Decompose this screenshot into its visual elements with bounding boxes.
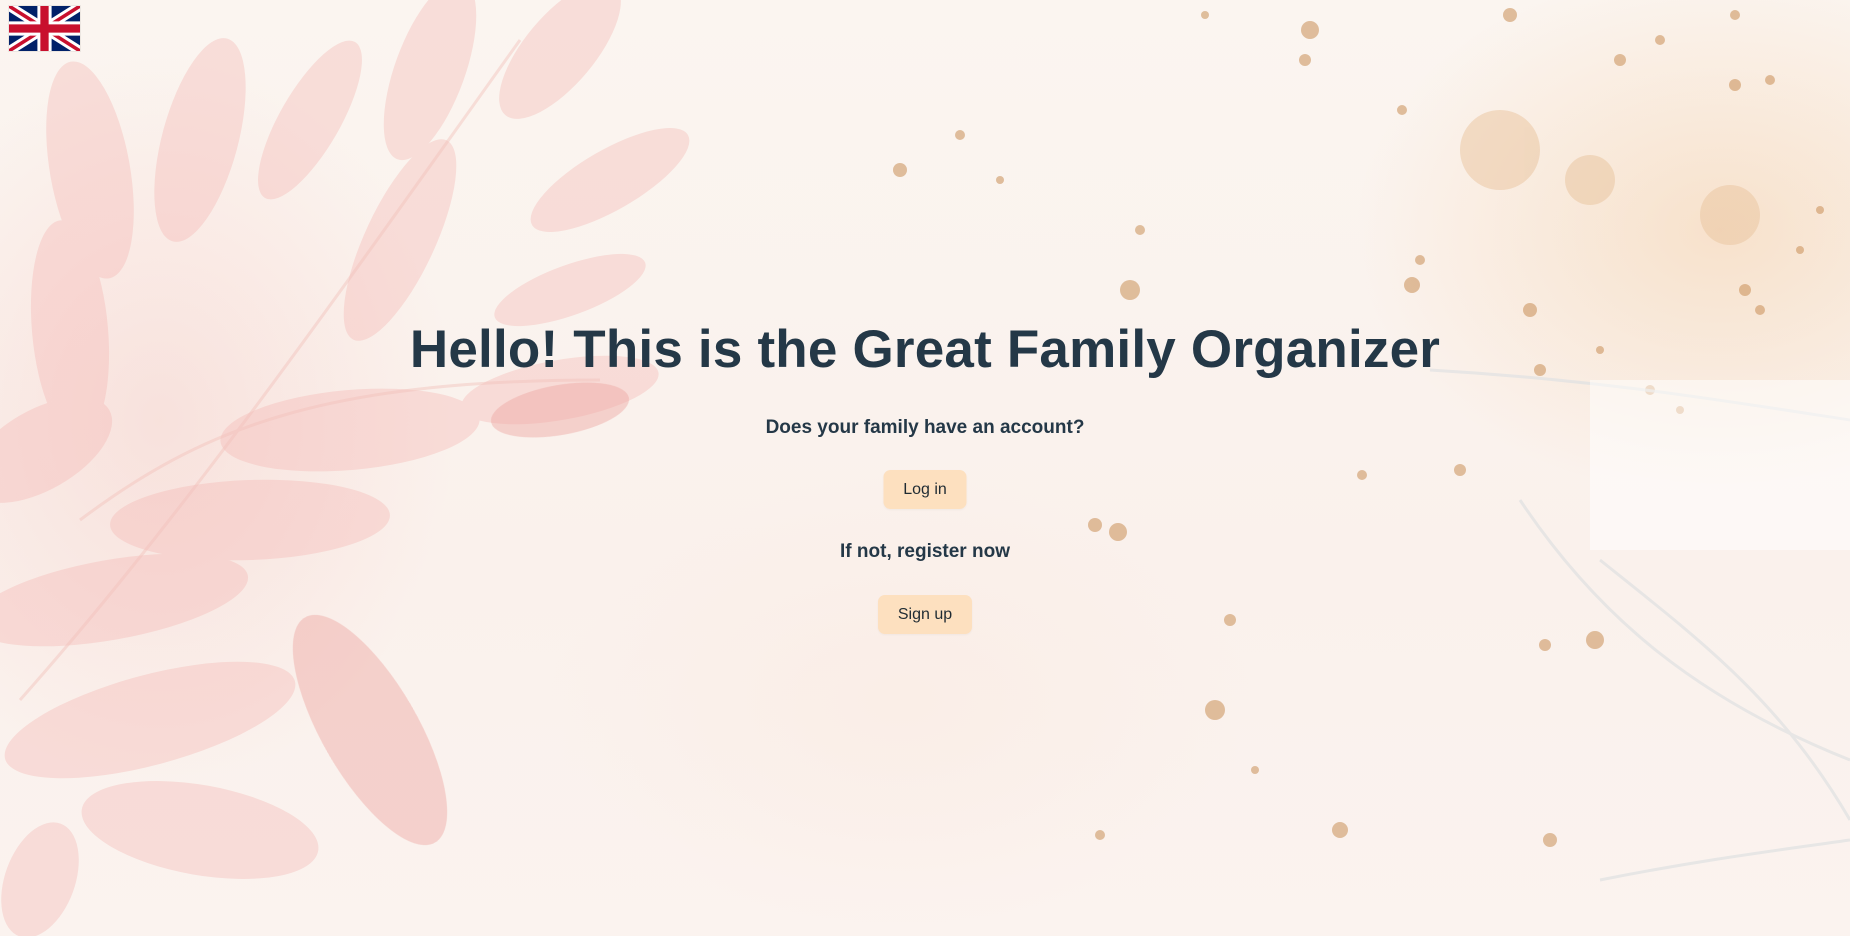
background-artwork: [0, 0, 1850, 936]
uk-flag-icon: [9, 6, 80, 51]
language-uk-flag-button[interactable]: [9, 6, 80, 51]
account-question-text: Does your family have an account?: [765, 417, 1085, 438]
watercolor-leaves-decoration: [0, 0, 1850, 936]
page-title: Hello! This is the Great Family Organize…: [409, 320, 1441, 379]
login-button[interactable]: Log in: [883, 470, 967, 509]
register-prompt-text: If not, register now: [840, 541, 1010, 562]
signup-button[interactable]: Sign up: [878, 595, 972, 634]
